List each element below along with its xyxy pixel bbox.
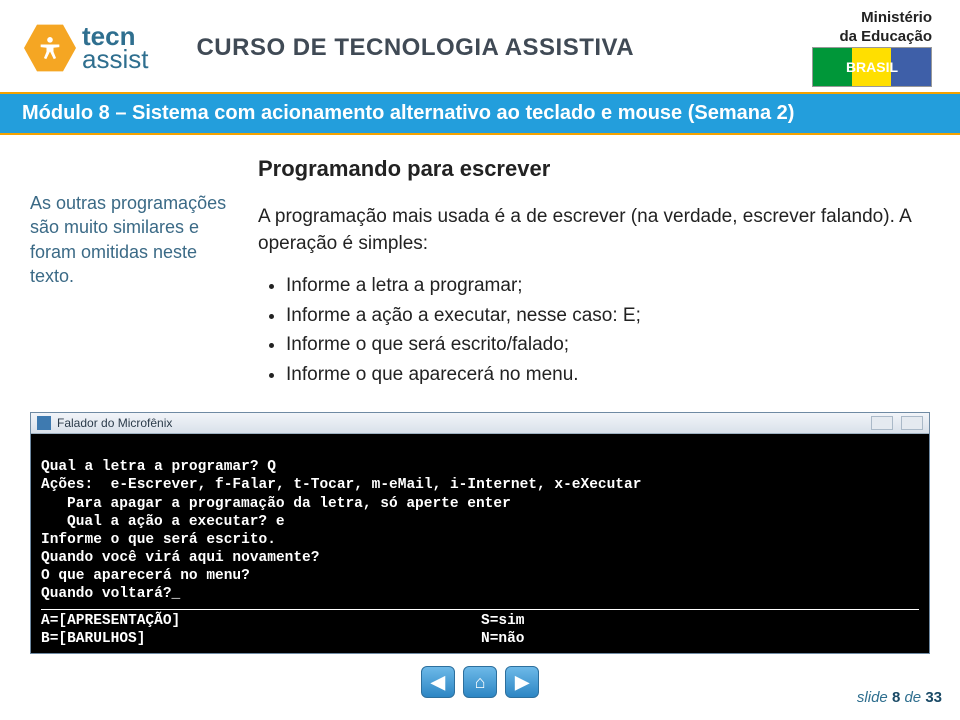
nav-back-button[interactable]: ◀	[421, 666, 455, 698]
ministry-line1: Ministério	[861, 9, 932, 26]
bullet-item: Informe a ação a executar, nesse caso: E…	[286, 302, 930, 330]
brasil-label: BRASIL	[846, 59, 898, 75]
slide-header: tecn assist CURSO DE TECNOLOGIA ASSISTIV…	[0, 0, 960, 92]
footer-current: 8	[892, 689, 900, 706]
footer-total: 33	[925, 689, 942, 706]
terminal-foot-left: A=[APRESENTAÇÃO]	[41, 612, 481, 630]
brasil-flag-icon: BRASIL	[812, 47, 932, 87]
main-content: Programando para escrever A programação …	[258, 153, 930, 390]
home-icon: ⌂	[475, 672, 486, 693]
bullet-item: Informe a letra a programar;	[286, 272, 930, 300]
maximize-button[interactable]	[901, 416, 923, 430]
footer-sep: de	[904, 689, 921, 706]
accessibility-hex-icon	[24, 22, 76, 74]
slide-counter: slide 8 de 33	[857, 689, 942, 706]
content-area: As outras programações são muito similar…	[0, 135, 960, 390]
terminal-foot-left: B=[BARULHOS]	[41, 630, 481, 648]
terminal-line: Qual a letra a programar? Q	[41, 459, 276, 475]
section-paragraph: A programação mais usada é a de escrever…	[258, 203, 930, 258]
bullet-list: Informe a letra a programar; Informe a a…	[258, 272, 930, 388]
logo-ministry: Ministério da Educação BRASIL	[812, 9, 932, 87]
course-title: CURSO DE TECNOLOGIA ASSISTIVA	[148, 34, 812, 62]
terminal-line: O que aparecerá no menu?	[41, 568, 250, 584]
bullet-item: Informe o que será escrito/falado;	[286, 331, 930, 359]
terminal-foot-right: N=não	[481, 630, 525, 648]
terminal-line: Para apagar a programação da letra, só a…	[41, 495, 919, 513]
terminal-footer-row: A=[APRESENTAÇÃO]S=sim	[41, 612, 919, 630]
nav-home-button[interactable]: ⌂	[463, 666, 497, 698]
logo-text: tecn assist	[82, 25, 148, 72]
chevron-left-icon: ◀	[431, 672, 445, 693]
nav-forward-button[interactable]: ▶	[505, 666, 539, 698]
terminal-line: Qual a ação a executar? e	[41, 513, 919, 531]
terminal-footer-row: B=[BARULHOS]N=não	[41, 630, 919, 648]
terminal-foot-right: S=sim	[481, 612, 525, 630]
terminal-titlebar: Falador do Microfênix	[31, 413, 929, 434]
terminal-line: Quando você virá aqui novamente?	[41, 550, 319, 566]
terminal-app-icon	[37, 416, 51, 430]
ministry-line2: da Educação	[839, 28, 932, 45]
logo-line2: assist	[82, 44, 148, 74]
terminal-divider	[41, 609, 919, 610]
terminal-window: Falador do Microfênix Qual a letra a pro…	[30, 412, 930, 653]
bullet-item: Informe o que aparecerá no menu.	[286, 361, 930, 389]
terminal-title-text: Falador do Microfênix	[57, 416, 172, 430]
module-bar: Módulo 8 – Sistema com acionamento alter…	[0, 92, 960, 135]
sidebar-note: As outras programações são muito similar…	[30, 153, 240, 390]
terminal-line: Ações: e-Escrever, f-Falar, t-Tocar, m-e…	[41, 477, 641, 493]
footer-prefix: slide	[857, 689, 888, 706]
chevron-right-icon: ▶	[515, 672, 529, 693]
slide-nav: ◀ ⌂ ▶	[0, 666, 960, 698]
terminal-line: Quando voltará?_	[41, 586, 180, 602]
section-heading: Programando para escrever	[258, 153, 930, 185]
minimize-button[interactable]	[871, 416, 893, 430]
terminal-line: Informe o que será escrito.	[41, 532, 276, 548]
slide: tecn assist CURSO DE TECNOLOGIA ASSISTIV…	[0, 0, 960, 720]
logo-tecnassist: tecn assist	[24, 22, 148, 74]
terminal-body: Qual a letra a programar? Q Ações: e-Esc…	[31, 434, 929, 652]
